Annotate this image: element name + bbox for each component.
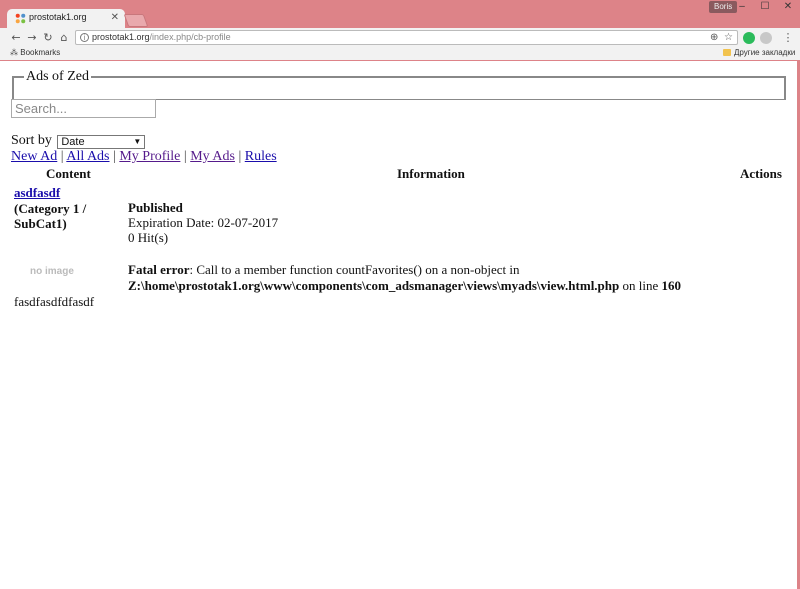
- tab-title: prostotak1.org: [29, 12, 87, 22]
- sort-value: Date: [61, 136, 85, 148]
- url-text: prostotak1.org/index.php/cb-profile: [92, 32, 231, 42]
- my-ads-link[interactable]: My Ads: [190, 149, 235, 164]
- dropdown-arrow-icon: ▼: [133, 137, 142, 146]
- error-path: Z:\home\prostotak1.org\www\components\co…: [128, 278, 620, 293]
- ad-status: Published: [128, 200, 183, 215]
- ad-hits: 0 Hit(s): [128, 230, 169, 245]
- browser-tab[interactable]: prostotak1.org ✕: [7, 9, 125, 29]
- url-path: /index.php/cb-profile: [149, 32, 231, 42]
- address-bar[interactable]: i prostotak1.org/index.php/cb-profile ⊕ …: [75, 30, 738, 45]
- sort-row: Sort by Date ▼: [11, 133, 146, 149]
- new-ad-link[interactable]: New Ad: [11, 149, 57, 164]
- fatal-error-message: Fatal error: Call to a member function c…: [128, 262, 681, 294]
- joomla-icon: [15, 13, 26, 24]
- bookmarks-label: Bookmarks: [20, 48, 61, 57]
- no-image-placeholder: no image: [30, 266, 74, 277]
- close-window-icon[interactable]: ✕: [776, 0, 800, 14]
- menu-icon[interactable]: ⋮: [781, 31, 795, 45]
- column-header-information: Information: [397, 166, 465, 181]
- error-message: : Call to a member function countFavorit…: [189, 262, 520, 277]
- site-info-icon[interactable]: i: [80, 33, 89, 42]
- forward-arrow-icon[interactable]: →: [25, 31, 39, 45]
- ads-fieldset: Ads of Zed: [12, 69, 786, 100]
- ad-description: fasdfasdfdfasdf: [14, 294, 95, 309]
- search-input[interactable]: Search...: [11, 99, 156, 118]
- other-bookmarks[interactable]: Другие закладки: [723, 48, 795, 57]
- bookmarks-bar: ⁂ Bookmarks Другие закладки: [0, 48, 800, 60]
- error-line-text: on line: [619, 278, 662, 293]
- other-bookmarks-label: Другие закладки: [734, 48, 796, 57]
- bookmarks-apps[interactable]: ⁂ Bookmarks: [10, 48, 60, 57]
- window-titlebar: prostotak1.org ✕ Boris – ☐ ✕: [0, 0, 800, 29]
- bookmark-star-icon[interactable]: ☆: [724, 32, 733, 43]
- maximize-icon[interactable]: ☐: [753, 0, 777, 14]
- separator: |: [60, 149, 64, 164]
- close-tab-icon[interactable]: ✕: [111, 12, 119, 23]
- sort-label: Sort by: [11, 133, 52, 148]
- sort-select[interactable]: Date ▼: [57, 135, 146, 149]
- minimize-icon[interactable]: –: [730, 0, 754, 14]
- rules-link[interactable]: Rules: [245, 149, 277, 164]
- separator: |: [238, 149, 242, 164]
- my-profile-link[interactable]: My Profile: [119, 149, 180, 164]
- back-arrow-icon[interactable]: ←: [9, 31, 23, 45]
- fieldset-legend: Ads of Zed: [26, 69, 89, 84]
- reload-icon[interactable]: ↻: [41, 31, 55, 45]
- ad-expiration: Expiration Date: 02-07-2017: [128, 215, 279, 230]
- nav-links: New Ad | All Ads | My Profile | My Ads |…: [11, 149, 277, 165]
- error-label: Fatal error: [128, 262, 190, 277]
- grammarly-extension-icon[interactable]: [743, 32, 755, 44]
- column-header-content: Content: [46, 166, 91, 181]
- page-content: Ads of Zed Search... Sort by Date ▼ New A…: [0, 61, 797, 589]
- home-icon[interactable]: ⌂: [57, 31, 71, 45]
- url-host: prostotak1.org: [92, 32, 150, 42]
- ad-information: Published Expiration Date: 02-07-2017 0 …: [128, 200, 278, 245]
- folder-icon: [723, 49, 731, 57]
- ad-category: (Category 1 / SubCat1): [14, 201, 87, 231]
- column-header-actions: Actions: [740, 166, 782, 181]
- new-tab-button[interactable]: [123, 14, 149, 27]
- zoom-icon[interactable]: ⊕: [710, 32, 718, 43]
- separator: |: [113, 149, 116, 164]
- extension-icon[interactable]: [760, 32, 772, 44]
- all-ads-link[interactable]: All Ads: [66, 149, 109, 164]
- browser-toolbar: ← → ↻ ⌂ i prostotak1.org/index.php/cb-pr…: [0, 28, 800, 48]
- separator: |: [183, 149, 187, 164]
- ad-title-link[interactable]: asdfasdf: [14, 185, 60, 201]
- error-line-number: 160: [661, 278, 682, 293]
